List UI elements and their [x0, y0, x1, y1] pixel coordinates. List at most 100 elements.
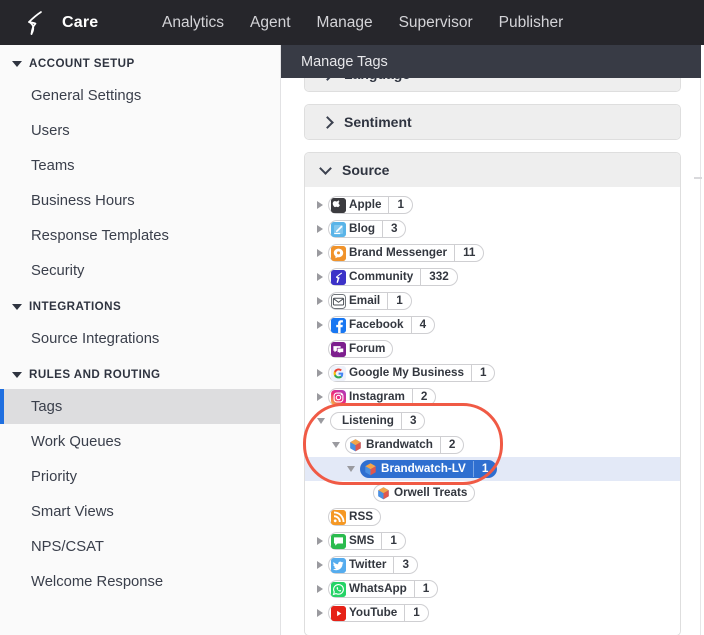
caret-right-icon[interactable]	[317, 297, 323, 305]
sidebar-item-general-settings[interactable]: General Settings	[0, 78, 280, 113]
brand-area[interactable]: Care	[0, 9, 160, 37]
sidebar-item-smart-views[interactable]: Smart Views	[0, 494, 280, 529]
tag-tree-row[interactable]: Email 1	[305, 289, 680, 313]
tag-tree-row[interactable]: Brandwatch 2	[305, 433, 680, 457]
sidebar-group-rules-and-routing[interactable]: RULES AND ROUTING	[0, 356, 280, 389]
caret-right-icon[interactable]	[317, 585, 323, 593]
tag-pill-label: SMS	[349, 534, 375, 547]
sidebar-item-label: Response Templates	[31, 227, 169, 244]
tag-tree-row[interactable]: Blog 3	[305, 217, 680, 241]
sidebar-item-users[interactable]: Users	[0, 113, 280, 148]
caret-right-icon[interactable]	[317, 561, 323, 569]
tag-pill[interactable]: Google My Business 1	[328, 364, 496, 382]
sidebar-item-priority[interactable]: Priority	[0, 459, 280, 494]
tag-category-header-source[interactable]: Source	[305, 153, 680, 187]
caret-down-icon[interactable]	[347, 465, 355, 476]
tag-category-card-language: Language	[304, 78, 681, 92]
sidebar-item-security[interactable]: Security	[0, 253, 280, 288]
caret-right-icon[interactable]	[317, 225, 323, 233]
subnav-title[interactable]: Manage Tags	[281, 54, 388, 70]
manage-tags-subnav: Manage Tags	[281, 45, 701, 78]
sidebar-item-welcome-response[interactable]: Welcome Response	[0, 564, 280, 599]
tag-pill-count: 1	[470, 365, 495, 381]
tag-pill-count: 3	[393, 557, 417, 573]
sidebar-group-account-setup[interactable]: ACCOUNT SETUP	[0, 45, 280, 78]
tag-pill[interactable]: Apple 1	[328, 196, 413, 214]
source-tag-tree: Apple 1 Blog 3 Brand Messenger 11 Community 332…	[305, 187, 680, 635]
tag-tree-row[interactable]: Brand Messenger 11	[305, 241, 680, 265]
tag-pill[interactable]: Email 1	[328, 292, 412, 310]
tag-pill[interactable]: Listening 3	[330, 412, 426, 430]
sidebar-item-response-templates[interactable]: Response Templates	[0, 218, 280, 253]
tag-category-header-language[interactable]: Language	[305, 78, 680, 91]
tag-pill-count: 3	[381, 221, 406, 237]
tag-pill[interactable]: Forum	[328, 340, 394, 358]
tag-pill[interactable]: Facebook 4	[328, 316, 436, 334]
sidebar-item-nps-csat[interactable]: NPS/CSAT	[0, 529, 280, 564]
caret-right-icon[interactable]	[317, 369, 323, 377]
nav-link-publisher[interactable]: Publisher	[497, 10, 566, 36]
tag-pill[interactable]: Blog 3	[328, 220, 407, 238]
tag-pill[interactable]: Orwell Treats	[373, 484, 476, 502]
tag-tree-row[interactable]: Google My Business 1	[305, 361, 680, 385]
caret-right-icon[interactable]	[317, 249, 323, 257]
tag-tree-row[interactable]: Listening 3	[305, 409, 680, 433]
tag-tree-row[interactable]: Forum	[305, 337, 680, 361]
twitter-icon	[331, 557, 346, 573]
sidebar-item-work-queues[interactable]: Work Queues	[0, 424, 280, 459]
caret-right-icon[interactable]	[317, 393, 323, 401]
tag-pill-count: 1	[388, 197, 412, 213]
caret-down-icon[interactable]	[317, 417, 325, 428]
caret-right-icon[interactable]	[317, 537, 323, 545]
tag-pill[interactable]: YouTube 1	[328, 604, 429, 622]
caret-right-icon[interactable]	[317, 273, 323, 281]
nav-link-agent[interactable]: Agent	[248, 10, 293, 36]
tag-tree-row[interactable]: Facebook 4	[305, 313, 680, 337]
tag-tree-row[interactable]: Instagram 2	[305, 385, 680, 409]
tag-tree-row[interactable]: WhatsApp 1	[305, 577, 680, 601]
tag-tree-row[interactable]: Community 332	[305, 265, 680, 289]
tag-pill-count: 3	[400, 413, 425, 429]
tag-pill[interactable]: Instagram 2	[328, 388, 437, 406]
nav-link-manage[interactable]: Manage	[315, 10, 375, 36]
tag-pill-label: Brandwatch	[366, 438, 433, 451]
sidebar-item-tags[interactable]: Tags	[0, 389, 280, 424]
tag-tree-row[interactable]: Twitter 3	[305, 553, 680, 577]
sidebar-item-business-hours[interactable]: Business Hours	[0, 183, 280, 218]
tag-tree-row[interactable]: RSS	[305, 505, 680, 529]
tag-pill[interactable]: WhatsApp 1	[328, 580, 439, 598]
tags-scroll-content: Language Sentiment Source Apple 1 Blog 3 Bra…	[281, 78, 704, 635]
tag-pill[interactable]: SMS 1	[328, 532, 406, 550]
caret-down-icon[interactable]	[332, 441, 340, 452]
tag-tree-row[interactable]: Orwell Treats	[305, 481, 680, 505]
tag-category-title: Sentiment	[344, 114, 412, 130]
nav-link-supervisor[interactable]: Supervisor	[397, 10, 475, 36]
sidebar-group-label: INTEGRATIONS	[29, 300, 122, 313]
tag-tree-row[interactable]: Brandwatch-LV 1	[305, 457, 680, 481]
tag-pill[interactable]: RSS	[328, 508, 382, 526]
sprinklr-logo-icon	[22, 9, 48, 37]
nav-link-analytics[interactable]: Analytics	[160, 10, 226, 36]
caret-right-icon[interactable]	[317, 609, 323, 617]
tag-pill[interactable]: Brandwatch-LV 1	[360, 460, 498, 478]
tag-tree-row[interactable]: Apple 1	[305, 193, 680, 217]
sidebar-group-integrations[interactable]: INTEGRATIONS	[0, 288, 280, 321]
tag-pill[interactable]: Brandwatch 2	[345, 436, 465, 454]
tag-pill-label: Brandwatch-LV	[381, 462, 466, 475]
brandwatch-icon	[363, 462, 378, 477]
tag-pill[interactable]: Twitter 3	[328, 556, 418, 574]
tag-pill[interactable]: Brand Messenger 11	[328, 244, 485, 262]
tag-tree-row[interactable]: SMS 1	[305, 529, 680, 553]
sidebar-item-source-integrations[interactable]: Source Integrations	[0, 321, 280, 356]
caret-right-icon[interactable]	[317, 201, 323, 209]
sidebar-item-label: Tags	[31, 398, 63, 415]
tag-category-header-sentiment[interactable]: Sentiment	[305, 105, 680, 139]
tag-pill[interactable]: Community 332	[328, 268, 458, 286]
tag-pill-count: 2	[411, 389, 436, 405]
sidebar-item-label: Source Integrations	[31, 330, 160, 347]
tag-tree-row[interactable]: YouTube 1	[305, 601, 680, 625]
sidebar-item-teams[interactable]: Teams	[0, 148, 280, 183]
caret-right-icon[interactable]	[317, 321, 323, 329]
sidebar-item-label: Business Hours	[31, 192, 135, 209]
rss-icon	[331, 509, 346, 525]
